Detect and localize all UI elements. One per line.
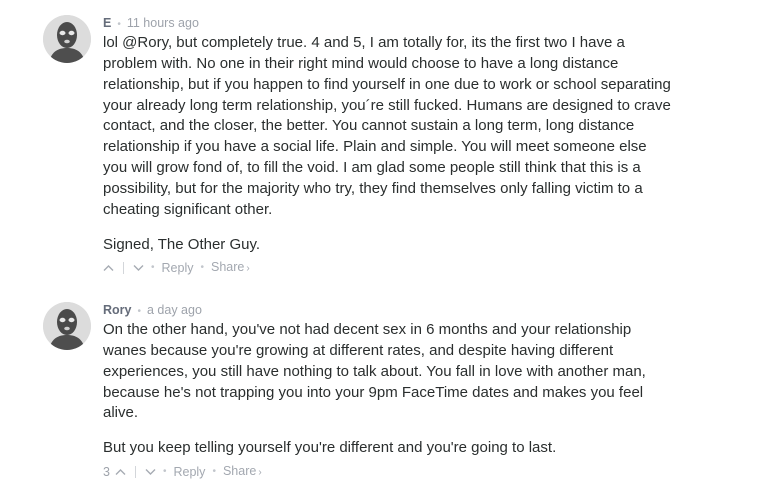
comment: Rory • a day ago On the other hand, you've… — [0, 302, 766, 492]
comment-paragraph: But you keep telling yourself you're dif… — [103, 439, 557, 457]
vote-divider — [134, 466, 136, 478]
reply-button[interactable]: Reply — [162, 260, 194, 276]
action-separator: • — [200, 262, 204, 273]
share-label: Share — [222, 464, 257, 478]
share-label: Share — [211, 260, 245, 274]
author-name[interactable]: E — [103, 16, 111, 30]
comment-paragraph: Signed, The Other Guy. — [103, 235, 261, 253]
share-chevron-icon: › — [258, 467, 262, 478]
meta-separator: • — [117, 19, 121, 30]
comment-timestamp[interactable]: 11 hours ago — [127, 16, 199, 30]
vote-divider — [123, 262, 124, 274]
upvote-button[interactable]: 3 — [103, 464, 126, 480]
comment-body: On the other hand, you've not had decent… — [103, 320, 673, 459]
action-separator: • — [162, 466, 167, 477]
comment-header: E • 11 hours ago — [103, 15, 199, 31]
balaclava-avatar-icon — [43, 15, 91, 63]
avatar[interactable] — [43, 302, 91, 350]
share-chevron-icon: › — [246, 263, 250, 274]
chevron-up-icon — [103, 265, 114, 271]
downvote-button[interactable] — [145, 468, 156, 476]
action-separator: • — [151, 262, 155, 273]
share-button[interactable]: Share › — [211, 259, 250, 277]
downvote-button[interactable] — [133, 264, 144, 272]
chevron-up-icon — [115, 469, 126, 475]
share-button[interactable]: Share › — [223, 463, 262, 481]
meta-separator: • — [137, 306, 141, 317]
comment-paragraph: lol @Rory, but completely true. 4 and 5,… — [103, 34, 671, 218]
chevron-down-icon — [145, 469, 156, 475]
avatar[interactable] — [43, 15, 91, 63]
comment-header: Rory • a day ago — [103, 302, 202, 318]
action-separator: • — [212, 466, 216, 477]
comment: E • 11 hours ago lol @Rory, but completely… — [0, 15, 766, 280]
comment-paragraph: On the other hand, you've not had decent… — [103, 321, 646, 422]
upvote-button[interactable] — [103, 264, 114, 272]
balaclava-avatar-icon — [43, 302, 91, 350]
reply-button[interactable]: Reply — [173, 464, 205, 480]
upvote-count: 3 — [103, 465, 110, 479]
comment-timestamp[interactable]: a day ago — [147, 303, 202, 317]
comment-actions: • Reply • Share › — [103, 260, 250, 276]
comment-body: lol @Rory, but completely true. 4 and 5,… — [103, 33, 673, 255]
author-name[interactable]: Rory — [103, 303, 131, 317]
chevron-down-icon — [133, 265, 144, 271]
comment-actions: 3 • Reply • Share › — [103, 464, 262, 480]
